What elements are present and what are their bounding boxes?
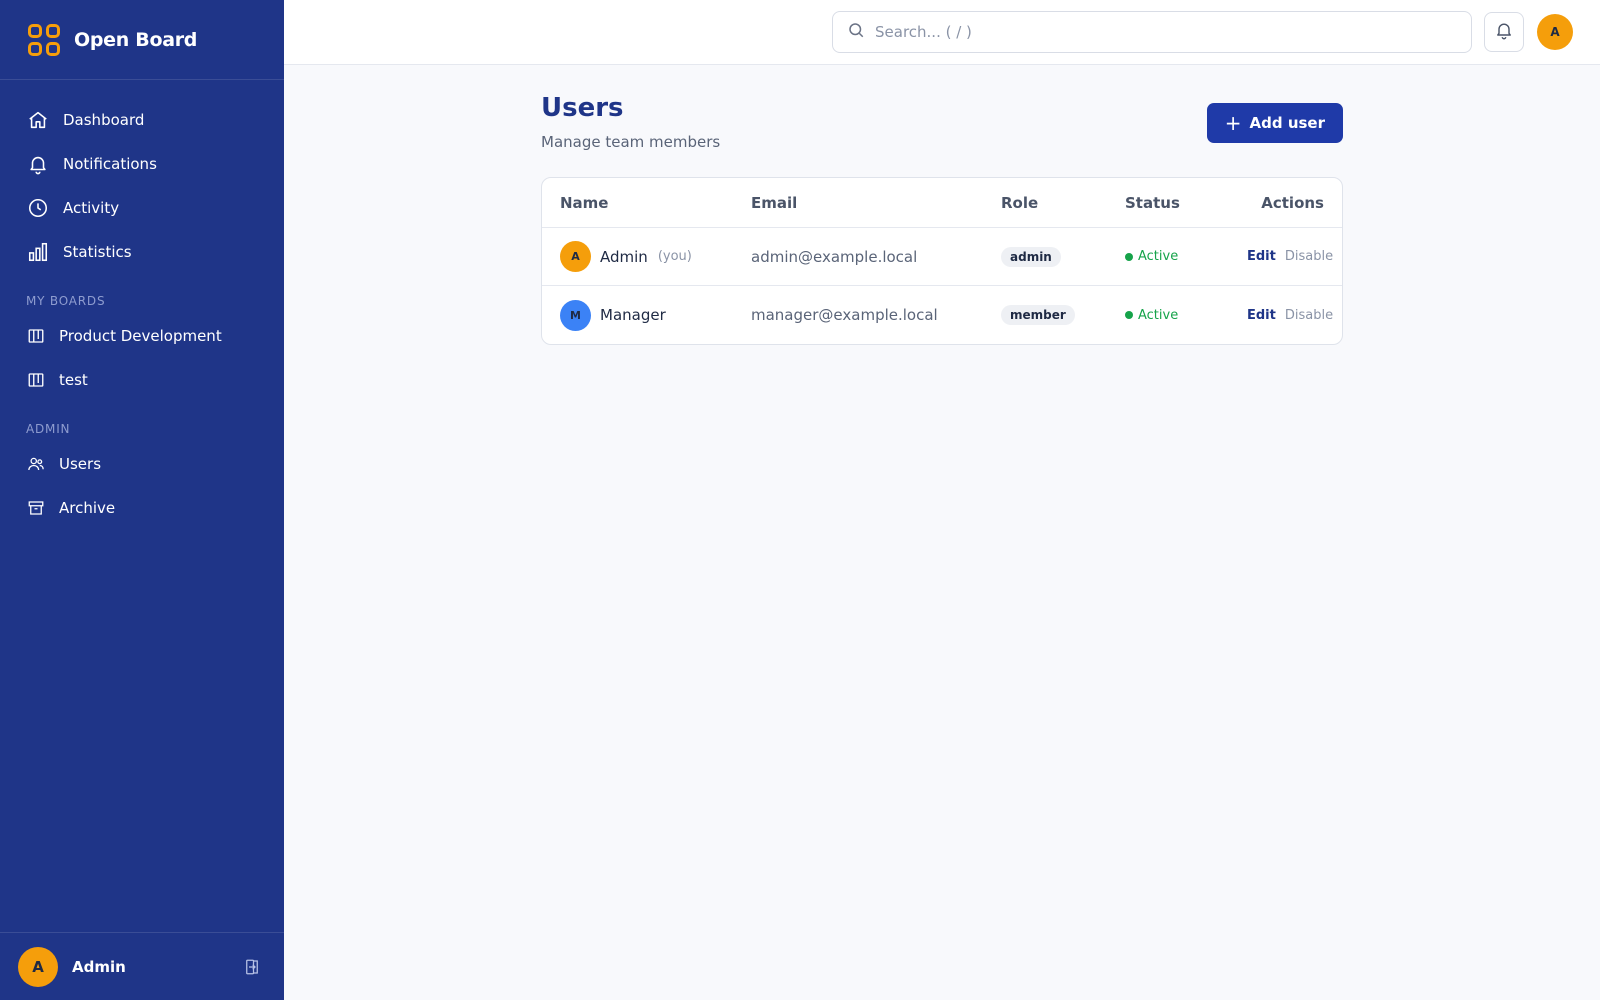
users-icon bbox=[27, 455, 45, 473]
sidebar-item-archive[interactable]: Archive bbox=[0, 486, 284, 530]
table-header: Name Email Role Status Actions bbox=[542, 178, 1342, 228]
app-name: Open Board bbox=[74, 28, 198, 51]
disable-button[interactable]: Disable bbox=[1285, 249, 1333, 264]
page-title: Users bbox=[541, 93, 624, 123]
sidebar-nav: Dashboard Notifications Activity Statist… bbox=[0, 80, 284, 530]
user-name: Admin bbox=[600, 247, 648, 266]
sidebar-item-label: Archive bbox=[59, 499, 116, 517]
avatar: M bbox=[560, 299, 591, 331]
sidebar-item-label: Dashboard bbox=[63, 111, 145, 129]
search-icon bbox=[847, 21, 875, 43]
add-user-button[interactable]: + Add user bbox=[1206, 103, 1343, 143]
page-subtitle: Manage team members bbox=[541, 133, 721, 151]
main-content: Users Manage team members + Add user Nam… bbox=[541, 65, 1343, 345]
status-dot-icon bbox=[1125, 252, 1133, 261]
section-admin: ADMIN bbox=[26, 422, 71, 436]
clock-icon bbox=[27, 197, 49, 219]
page-header: Users Manage team members + Add user bbox=[541, 65, 1343, 177]
sidebar-item-product-development[interactable]: Product Development bbox=[0, 314, 284, 358]
bell-icon bbox=[1494, 20, 1514, 44]
disable-button[interactable]: Disable bbox=[1285, 308, 1333, 323]
sidebar-item-label: test bbox=[59, 371, 88, 389]
sidebar-item-label: Activity bbox=[63, 199, 120, 217]
notifications-button[interactable] bbox=[1484, 12, 1524, 52]
search-input[interactable] bbox=[875, 23, 1435, 41]
status-badge: Active bbox=[1125, 308, 1247, 323]
bell-icon bbox=[27, 153, 49, 175]
avatar[interactable]: A bbox=[18, 946, 58, 987]
column-header-status[interactable]: Status bbox=[1125, 194, 1247, 212]
app-logo-icon bbox=[28, 23, 60, 56]
edit-button[interactable]: Edit bbox=[1247, 308, 1276, 323]
status-badge: Active bbox=[1125, 249, 1247, 264]
status-label: Active bbox=[1138, 249, 1179, 264]
table-row: A Admin (you) admin@example.local admin … bbox=[542, 228, 1342, 286]
user-email: admin@example.local bbox=[751, 247, 918, 266]
sidebar-item-label: Product Development bbox=[59, 327, 222, 345]
section-my-boards: MY BOARDS bbox=[26, 294, 106, 308]
current-user-name: Admin bbox=[72, 957, 126, 976]
edit-button[interactable]: Edit bbox=[1247, 249, 1276, 264]
role-badge: admin bbox=[1001, 246, 1061, 267]
search-box[interactable] bbox=[832, 11, 1472, 53]
name-cell: A Admin (you) bbox=[560, 241, 751, 272]
add-user-label: Add user bbox=[1249, 114, 1325, 132]
sidebar-item-label: Statistics bbox=[63, 243, 132, 261]
status-label: Active bbox=[1138, 307, 1179, 323]
archive-icon bbox=[27, 499, 45, 517]
user-name: Manager bbox=[600, 306, 666, 324]
logout-icon[interactable] bbox=[242, 957, 262, 977]
user-avatar[interactable]: A bbox=[1537, 14, 1573, 50]
sidebar: Open Board Dashboard Notifications Activ… bbox=[0, 0, 284, 1000]
row-actions: Edit Disable bbox=[1247, 308, 1333, 323]
you-tag: (you) bbox=[657, 249, 692, 264]
column-header-name[interactable]: Name bbox=[560, 194, 751, 212]
status-dot-icon bbox=[1125, 311, 1133, 319]
board-icon bbox=[27, 327, 45, 345]
sidebar-item-label: Users bbox=[59, 455, 102, 473]
name-cell: M Manager bbox=[560, 299, 751, 331]
avatar: A bbox=[560, 241, 591, 272]
table-row: M Manager manager@example.local member A… bbox=[542, 286, 1342, 344]
sidebar-item-activity[interactable]: Activity bbox=[0, 186, 284, 230]
row-actions: Edit Disable bbox=[1247, 249, 1333, 264]
column-header-actions: Actions bbox=[1261, 193, 1324, 212]
board-icon bbox=[27, 371, 45, 389]
role-badge: member bbox=[1001, 305, 1075, 325]
user-email: manager@example.local bbox=[751, 306, 938, 324]
plus-icon: + bbox=[1224, 111, 1242, 135]
sidebar-item-users[interactable]: Users bbox=[0, 442, 284, 486]
role-cell: member bbox=[1001, 305, 1125, 325]
column-header-role[interactable]: Role bbox=[1001, 194, 1125, 212]
column-header-email[interactable]: Email bbox=[751, 194, 1001, 212]
brand[interactable]: Open Board bbox=[0, 0, 284, 80]
sidebar-item-dashboard[interactable]: Dashboard bbox=[0, 98, 284, 142]
users-table: Name Email Role Status Actions A Admin (… bbox=[541, 177, 1343, 345]
sidebar-item-notifications[interactable]: Notifications bbox=[0, 142, 284, 186]
role-cell: admin bbox=[1001, 246, 1125, 267]
bar-chart-icon bbox=[27, 241, 49, 263]
home-icon bbox=[27, 109, 49, 131]
sidebar-item-statistics[interactable]: Statistics bbox=[0, 230, 284, 274]
topbar: A bbox=[284, 0, 1600, 65]
sidebar-item-test[interactable]: test bbox=[0, 358, 284, 402]
sidebar-item-label: Notifications bbox=[63, 155, 157, 173]
sidebar-user: A Admin bbox=[0, 932, 284, 1000]
